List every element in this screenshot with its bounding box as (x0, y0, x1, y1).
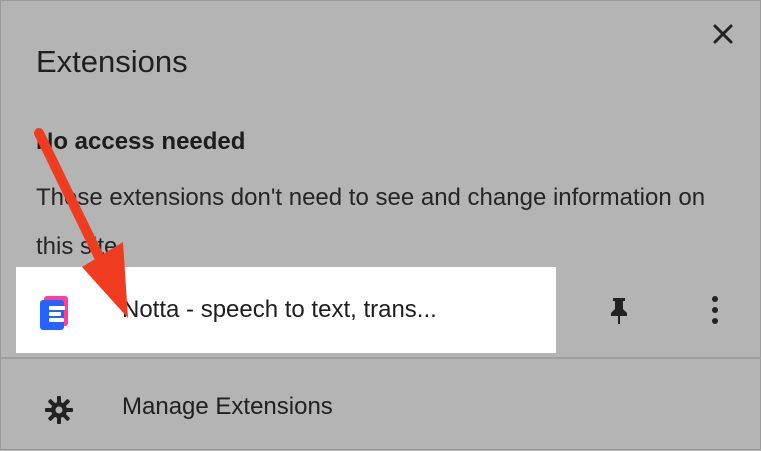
manage-extensions-row[interactable]: Manage Extensions (1, 371, 761, 443)
section-divider (1, 357, 761, 359)
panel-title: Extensions (36, 44, 188, 79)
extension-row-notta[interactable]: Notta - speech to text, trans... (1, 267, 761, 353)
pin-icon (611, 298, 627, 324)
pin-button[interactable] (604, 294, 634, 328)
gear-icon (42, 393, 76, 427)
manage-extensions-label: Manage Extensions (122, 393, 333, 420)
more-vertical-icon (712, 296, 718, 324)
section-description: These extensions don't need to see and c… (36, 184, 706, 260)
more-options-button[interactable] (702, 292, 728, 328)
notta-logo-icon (39, 294, 77, 330)
section-title: No access needed (36, 128, 246, 155)
extensions-panel: Extensions No access needed These extens… (0, 0, 761, 450)
close-icon (713, 24, 733, 44)
close-button[interactable] (706, 17, 740, 51)
extension-name: Notta - speech to text, trans... (122, 296, 437, 323)
